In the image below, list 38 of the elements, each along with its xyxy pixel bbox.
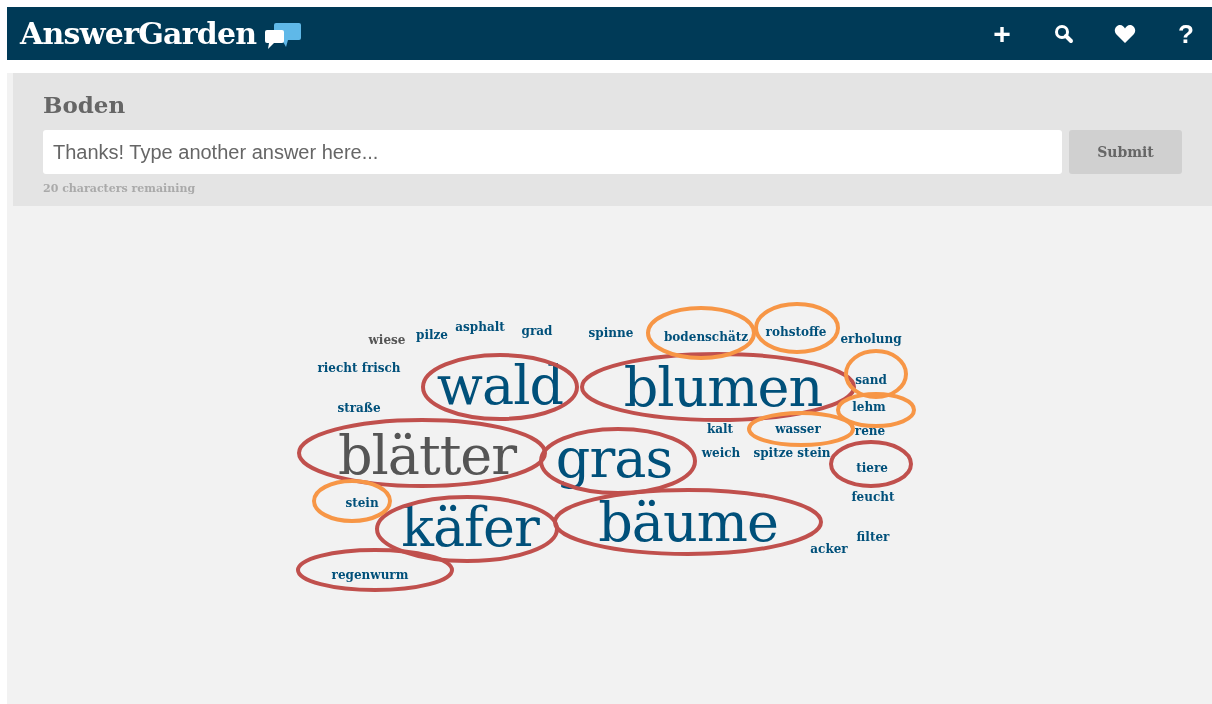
cloud-word: tiere [856, 461, 888, 474]
cloud-word: riecht frisch [317, 361, 401, 374]
app-logo[interactable]: AnswerGarden [20, 11, 257, 56]
cloud-word: pilze [416, 328, 448, 341]
cloud-word: wiese [368, 333, 406, 346]
cloud-word: feucht [851, 490, 895, 503]
cloud-word: blätter [337, 428, 517, 483]
cloud-word: wasser [775, 422, 821, 435]
question-title: Boden [43, 90, 127, 120]
cloud-word: straße [337, 401, 381, 414]
submit-button[interactable]: Submit [1069, 130, 1182, 174]
search-icon[interactable] [1054, 23, 1074, 44]
cloud-word: erholung [840, 332, 902, 345]
add-button[interactable]: + [990, 18, 1014, 49]
heart-icon[interactable] [1114, 23, 1136, 44]
cloud-word: grad [521, 324, 553, 337]
cloud-word: kalt [706, 422, 734, 435]
cloud-word: weich [701, 446, 741, 459]
cloud-word: blumen [623, 360, 823, 415]
cloud-word: spitze stein [753, 446, 831, 459]
cloud-word: acker [810, 542, 848, 555]
cloud-word: rene [854, 424, 886, 437]
cloud-word: spinne [588, 326, 634, 339]
speech-bubbles-icon [264, 20, 303, 51]
cloud-word: wald [436, 358, 564, 413]
characters-remaining: 20 characters remaining [43, 181, 197, 197]
cloud-word: asphalt [455, 320, 505, 333]
cloud-word: stein [345, 496, 379, 509]
cloud-word: bäume [598, 495, 778, 550]
cloud-word: filter [856, 530, 890, 543]
cloud-word: rohstoffe [765, 325, 827, 338]
cloud-word: sand [855, 373, 887, 386]
cloud-word: käfer [401, 500, 539, 555]
cloud-word: lehm [852, 400, 886, 413]
help-button[interactable]: ? [1176, 20, 1196, 47]
cloud-word: regenwurm [331, 568, 409, 581]
cloud-word: bodenschätz [663, 330, 749, 343]
answer-input[interactable]: Thanks! Type another answer here... [43, 130, 1062, 174]
